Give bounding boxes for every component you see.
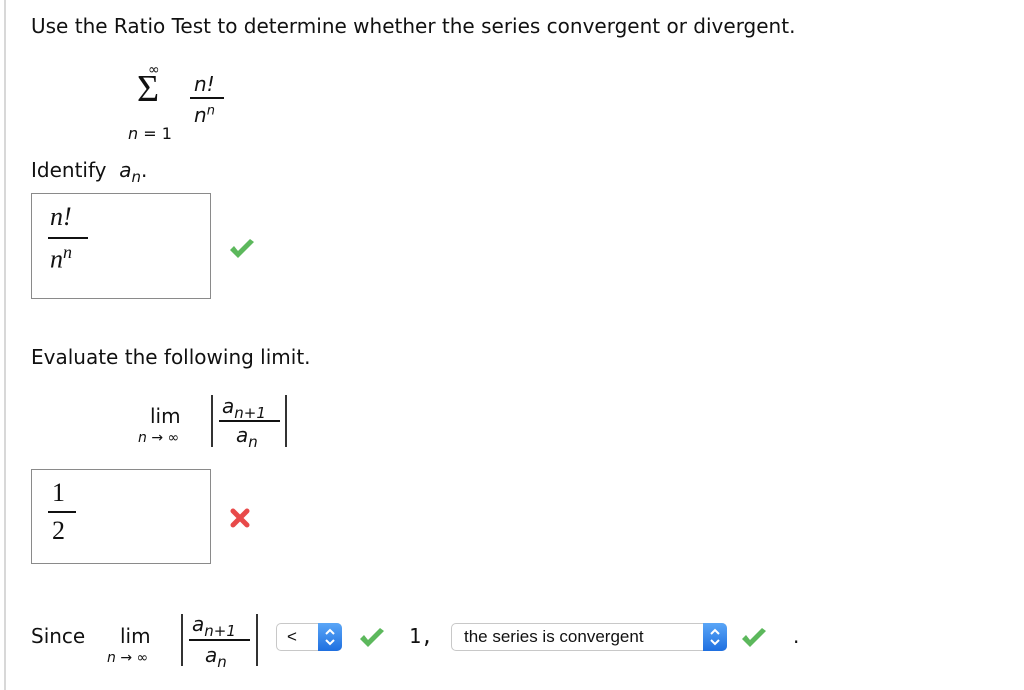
limit-denominator: an [236, 423, 258, 451]
limit-answer-box[interactable]: 1 2 [31, 469, 211, 564]
lim-under: n → ∞ [138, 430, 180, 446]
question-prompt: Use the Ratio Test to determine whether … [31, 14, 796, 38]
limit-numerator: an+1 [222, 394, 266, 422]
since-fraction-line [189, 639, 250, 641]
sum-lower-limit: n = 1 [128, 124, 172, 143]
period-text: . [793, 624, 800, 648]
series-denominator: nn [194, 103, 215, 127]
check-icon [742, 628, 766, 647]
series-fraction-line [190, 97, 224, 99]
an-numerator: n! [50, 202, 72, 231]
check-icon [360, 628, 384, 647]
series-numerator: n! [194, 72, 215, 96]
abs-bar-right [285, 395, 287, 447]
since-lim-under: n → ∞ [107, 650, 149, 666]
since-abs-bar-right [256, 614, 258, 666]
an-denominator: nn [50, 242, 72, 274]
x-icon [230, 508, 250, 528]
sigma-symbol: Σ [137, 68, 160, 110]
an-fraction-line [48, 237, 88, 239]
conclusion-select[interactable]: the series is convergent [451, 623, 727, 651]
abs-bar-left [211, 395, 213, 447]
comparison-select[interactable]: < [276, 623, 342, 651]
limit-answer-numerator: 1 [52, 478, 65, 507]
one-text: 1, [409, 624, 434, 648]
limit-answer-denominator: 2 [52, 516, 65, 545]
limit-fraction-line [219, 420, 280, 422]
evaluate-label: Evaluate the following limit. [31, 345, 311, 369]
since-abs-bar-left [181, 614, 183, 666]
since-numerator: an+1 [192, 612, 236, 640]
since-lim-text: lim [120, 624, 151, 648]
limit-answer-fraction-line [48, 511, 76, 513]
left-border [4, 0, 6, 690]
check-icon [230, 239, 254, 258]
select-arrows-icon [318, 623, 342, 651]
an-answer-box[interactable]: n! nn [31, 193, 211, 299]
since-label: Since [31, 624, 86, 648]
identify-label: Identify an. [31, 158, 148, 186]
since-denominator: an [205, 643, 227, 671]
lim-text: lim [150, 404, 181, 428]
select-arrows-icon [703, 623, 727, 651]
